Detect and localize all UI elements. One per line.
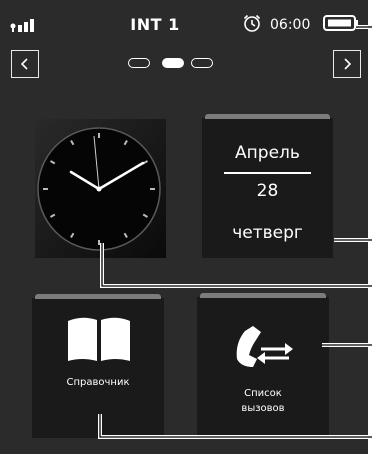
callout-lines [98, 25, 372, 439]
